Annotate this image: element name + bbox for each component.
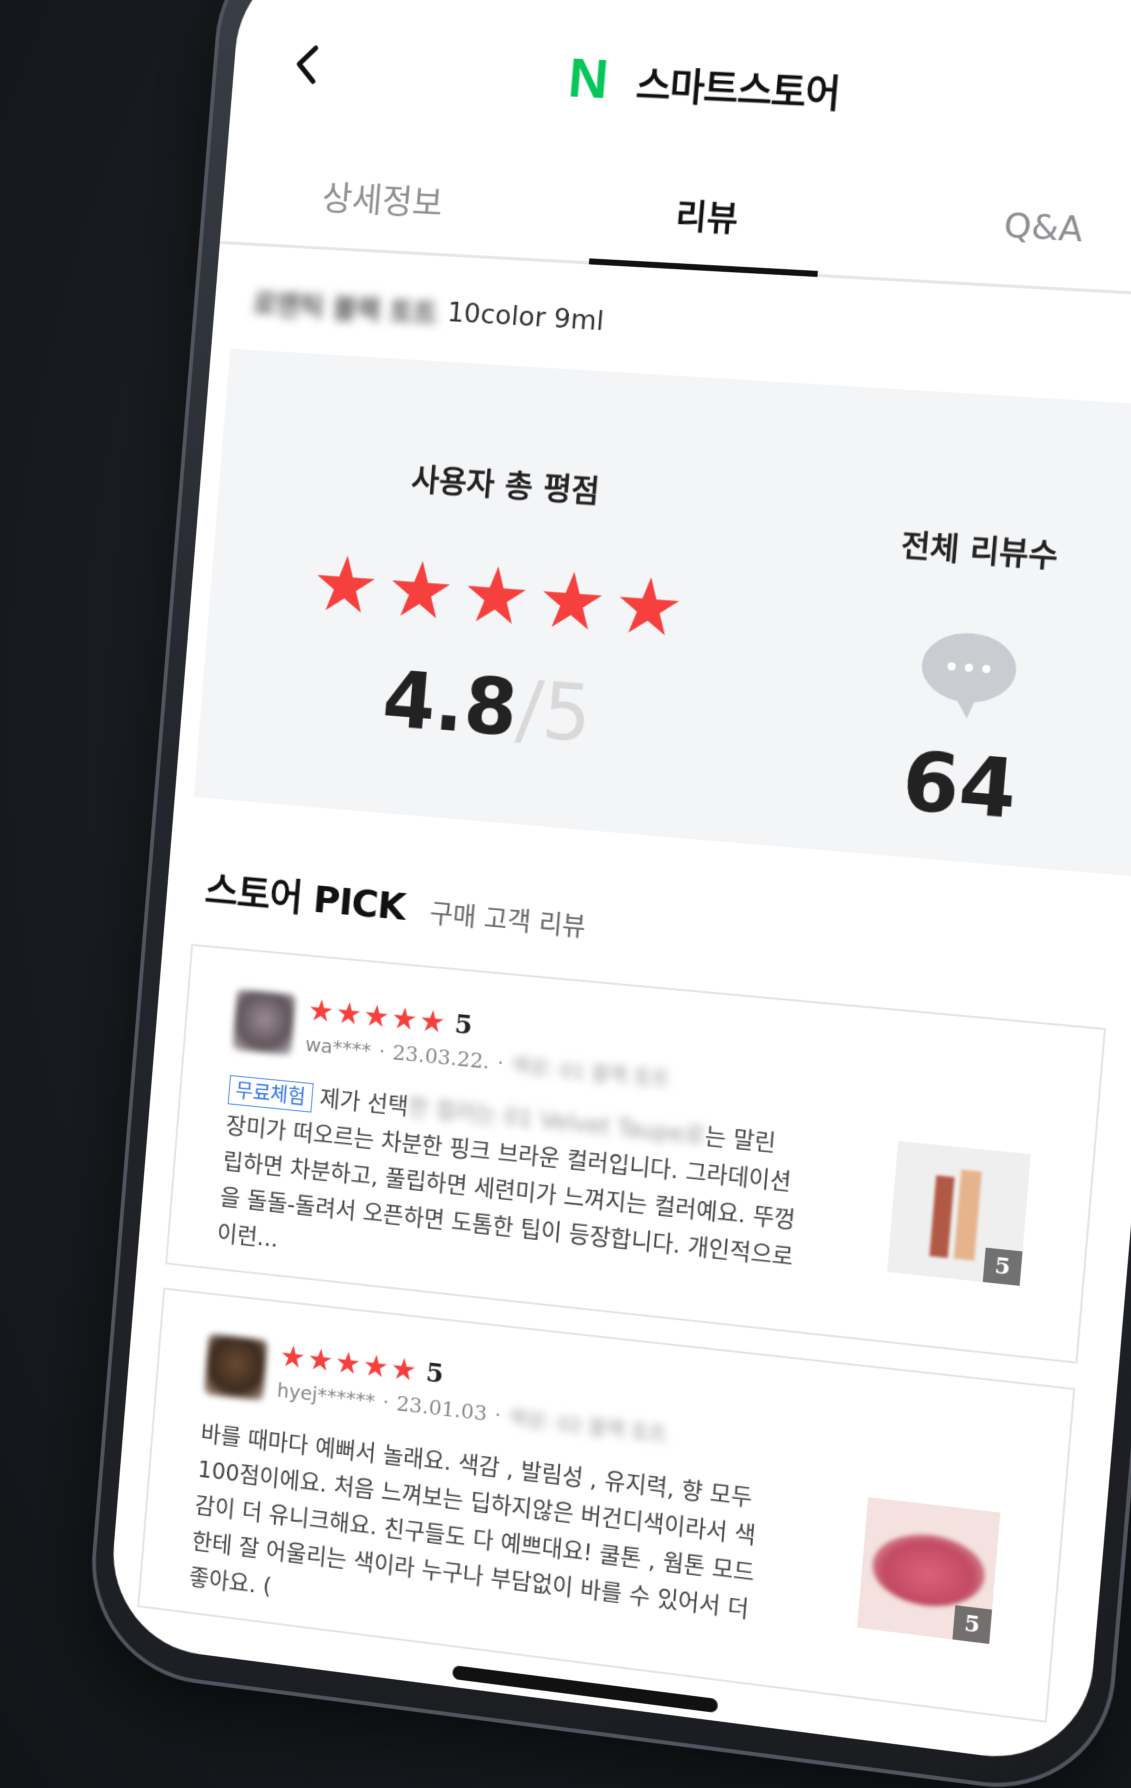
star-icon: ★ <box>534 555 611 650</box>
review-photo-thumbnail[interactable]: 5 <box>857 1497 1001 1644</box>
product-photo <box>953 1169 982 1261</box>
review-text: 는 말린 장미가 떠오르는 차분한 핑크 브라운 컬러입니다. 그라데이션립하면… <box>216 1112 797 1271</box>
star-icon: ★ <box>458 549 534 644</box>
tab-details[interactable]: 상세정보 <box>220 136 548 258</box>
avatar <box>232 989 296 1056</box>
separator-dot: · <box>493 1402 502 1427</box>
smartstore-logo[interactable]: N 스마트스토어 <box>560 45 843 119</box>
star-icon: ★ <box>306 993 336 1030</box>
free-trial-badge: 무료체험 <box>227 1074 314 1113</box>
review-text-start: 제가 선택 <box>318 1085 410 1121</box>
star-icon: ★ <box>362 998 391 1036</box>
review-body: 바를 때마다 예뻐서 놀래요. 색감 , 발림성 , 유지력, 향 모두 100… <box>188 1421 757 1624</box>
product-name-blurred: 로맨틱 블랙 토트 <box>251 288 439 330</box>
average-rating-block: 사용자 총 평점 ★ ★ ★ ★ ★ 4.8/5 <box>194 349 808 846</box>
rating-value: 4.8 <box>379 654 521 755</box>
rating-label: 사용자 총 평점 <box>410 461 601 510</box>
review-score: 5 <box>453 1009 474 1042</box>
star-icon: ★ <box>333 1345 363 1383</box>
tab-reviews[interactable]: 리뷰 <box>539 152 878 277</box>
logo-text: 스마트스토어 <box>634 62 842 116</box>
phone-screen: N 스마트스토어 상세정보 리뷰 Q&A 로맨틱 블랙 토트 10color 9… <box>106 0 1131 1769</box>
chat-bubble-icon <box>914 626 1024 725</box>
star-icon: ★ <box>308 539 383 633</box>
star-icon: ★ <box>417 1003 447 1041</box>
review-count: 64 <box>898 734 1021 838</box>
back-button[interactable] <box>289 41 331 92</box>
star-icon: ★ <box>382 544 458 638</box>
review-body: 무료체험 제가 선택한 컬러는 01 Velvet Taupe로는 말린 장미가 … <box>216 1072 806 1314</box>
star-icon: ★ <box>610 560 688 656</box>
total-reviews-label: 전체 리뷰수 <box>899 527 1060 575</box>
review-user: wa**** <box>304 1031 373 1062</box>
store-pick-subtitle: 구매 고객 리뷰 <box>428 899 587 944</box>
rating-stars: ★ ★ ★ ★ ★ <box>209 538 792 657</box>
separator-dot: · <box>381 1389 390 1414</box>
review-meta: ★ ★ ★ ★ ★ 5 wa**** · 23.03.22. · 색상: 01 … <box>304 993 674 1093</box>
chevron-left-icon <box>290 41 322 87</box>
product-variant: 10color 9ml <box>446 296 606 337</box>
review-user: hyej****** <box>276 1377 376 1413</box>
photo-count: 5 <box>952 1605 993 1644</box>
review-date: 23.01.03 <box>395 1391 488 1426</box>
lips-photo <box>869 1528 988 1613</box>
rating-max: /5 <box>513 665 596 761</box>
photo-count: 5 <box>982 1247 1023 1286</box>
star-icon: ★ <box>305 1342 335 1380</box>
rating-score: 4.8/5 <box>199 641 783 775</box>
rating-summary: 사용자 총 평점 ★ ★ ★ ★ ★ 4.8/5 전체 리뷰수 64 <box>193 348 1131 877</box>
star-icon: ★ <box>334 995 363 1033</box>
star-icon: ★ <box>361 1348 390 1386</box>
total-reviews-block: 전체 리뷰수 64 <box>769 384 1131 877</box>
review-date: 23.03.22. <box>391 1040 491 1074</box>
store-pick-title: 스토어 PICK <box>203 867 407 929</box>
product-photo <box>929 1175 955 1258</box>
star-icon: ★ <box>278 1338 307 1376</box>
naver-n-logo: N <box>566 45 611 111</box>
review-score: 5 <box>424 1358 445 1390</box>
separator-dot: · <box>496 1050 505 1075</box>
star-icon: ★ <box>389 1351 418 1389</box>
review-photo-thumbnail[interactable]: 5 <box>887 1140 1031 1286</box>
review-card[interactable]: ★ ★ ★ ★ ★ 5 hyej****** · 23.01.03 · 색상: … <box>137 1287 1076 1723</box>
phone-device: N 스마트스토어 상세정보 리뷰 Q&A 로맨틱 블랙 토트 10color 9… <box>83 0 1131 1788</box>
separator-dot: · <box>377 1038 386 1063</box>
star-icon: ★ <box>389 1000 419 1038</box>
tab-qna[interactable]: Q&A <box>869 169 1131 296</box>
avatar <box>204 1333 268 1401</box>
